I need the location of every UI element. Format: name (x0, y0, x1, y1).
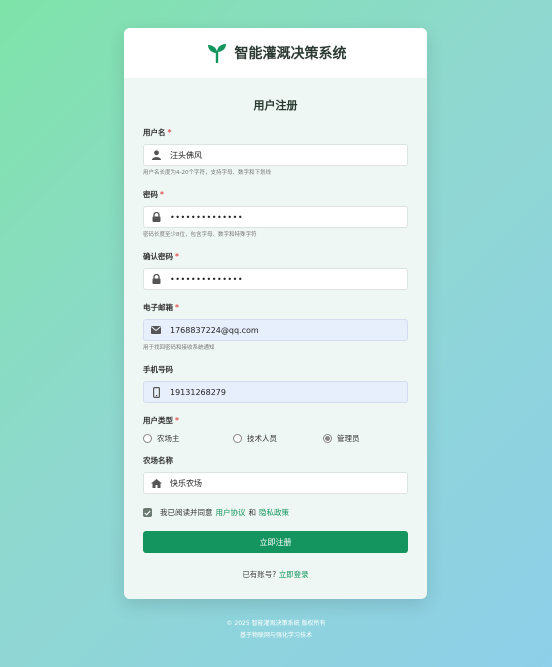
email-hint: 用于找回密码和接收系统通知 (143, 345, 215, 351)
username-group: 用户名 * 汪头佛风 用户名长度为4-20个字符，支持字母、数字和下划线 (143, 127, 408, 177)
radio-circle[interactable] (233, 433, 242, 443)
radio-technician[interactable]: 技术人员 (233, 433, 323, 444)
footer-copyright: © 2025 智能灌溉决策系统 版权所有 (226, 620, 326, 627)
farm-name-label: 农场名称 (143, 456, 173, 465)
confirm-password-label: 确认密码 * (143, 252, 179, 261)
email-input[interactable]: 1768837224@qq.com (143, 319, 408, 341)
username-input[interactable]: 汪头佛风 (143, 144, 408, 166)
radio-admin[interactable]: 管理员 (323, 433, 360, 444)
login-row: 已有账号? 立即登录 (124, 569, 427, 580)
phone-value: 19131268279 (170, 387, 226, 397)
register-card: 智能灌溉决策系统 用户注册 用户名 * 汪头佛风 用户名长度为4-20个字符，支持… (124, 28, 427, 599)
confirm-password-input[interactable]: •••••••••••••• (143, 268, 408, 290)
envelope-icon (150, 324, 162, 336)
email-value: 1768837224@qq.com (170, 325, 259, 335)
agreement-row: 我已阅读并同意 用户协议 和 隐私政策 (143, 507, 408, 518)
username-value: 汪头佛风 (170, 150, 202, 160)
app-title: 智能灌溉决策系统 (234, 46, 347, 62)
login-prompt: 已有账号? (242, 570, 277, 579)
email-group: 电子邮箱 * 1768837224@qq.com 用于找回密码和接收系统通知 (143, 302, 408, 352)
radio-farmer[interactable]: 农场主 (143, 433, 233, 444)
password-label: 密码 * (143, 190, 164, 199)
phone-label: 手机号码 (143, 365, 173, 374)
user-icon (150, 149, 162, 161)
radio-circle-selected[interactable] (323, 433, 332, 443)
username-hint: 用户名长度为4-20个字符，支持字母、数字和下划线 (143, 170, 271, 176)
footer-tech: 基于物联网与强化学习技术 (239, 632, 312, 639)
terms-link[interactable]: 用户协议 (216, 507, 246, 518)
register-button[interactable]: 立即注册 (143, 531, 408, 553)
form-title: 用户注册 (253, 99, 298, 112)
password-group: 密码 * •••••••••••••• 密码长度至少8位，包含字母、数字和特殊字符 (143, 189, 408, 239)
agreement-and: 和 (248, 508, 257, 517)
agreement-checkbox[interactable] (143, 508, 152, 517)
farm-name-group: 农场名称 快乐农场 (143, 455, 408, 494)
lock-icon (150, 273, 162, 285)
login-link[interactable]: 立即登录 (279, 570, 309, 579)
user-type-label: 用户类型 * (143, 416, 179, 425)
phone-input[interactable]: 19131268279 (143, 381, 408, 403)
confirm-password-group: 确认密码 * •••••••••••••• (143, 251, 408, 290)
user-type-group: 用户类型 * 农场主 技术人员 管理员 (143, 415, 408, 444)
password-hint: 密码长度至少8位，包含字母、数字和特殊字符 (143, 232, 257, 238)
lock-icon (150, 211, 162, 223)
user-type-radios: 农场主 技术人员 管理员 (143, 432, 408, 444)
agreement-prefix: 我已阅读并同意 (160, 508, 213, 517)
farm-name-input[interactable]: 快乐农场 (143, 472, 408, 494)
confirm-password-value: •••••••••••••• (170, 274, 244, 284)
home-icon (150, 477, 162, 489)
password-value: •••••••••••••• (170, 212, 244, 222)
farm-name-value: 快乐农场 (170, 478, 202, 488)
phone-group: 手机号码 19131268279 (143, 364, 408, 403)
card-header: 智能灌溉决策系统 (124, 28, 427, 78)
sprout-icon (205, 43, 229, 64)
password-input[interactable]: •••••••••••••• (143, 206, 408, 228)
email-label: 电子邮箱 * (143, 303, 179, 312)
radio-circle[interactable] (143, 433, 152, 443)
phone-icon (150, 386, 162, 398)
privacy-link[interactable]: 隐私政策 (259, 507, 289, 518)
username-label: 用户名 * (143, 128, 172, 137)
